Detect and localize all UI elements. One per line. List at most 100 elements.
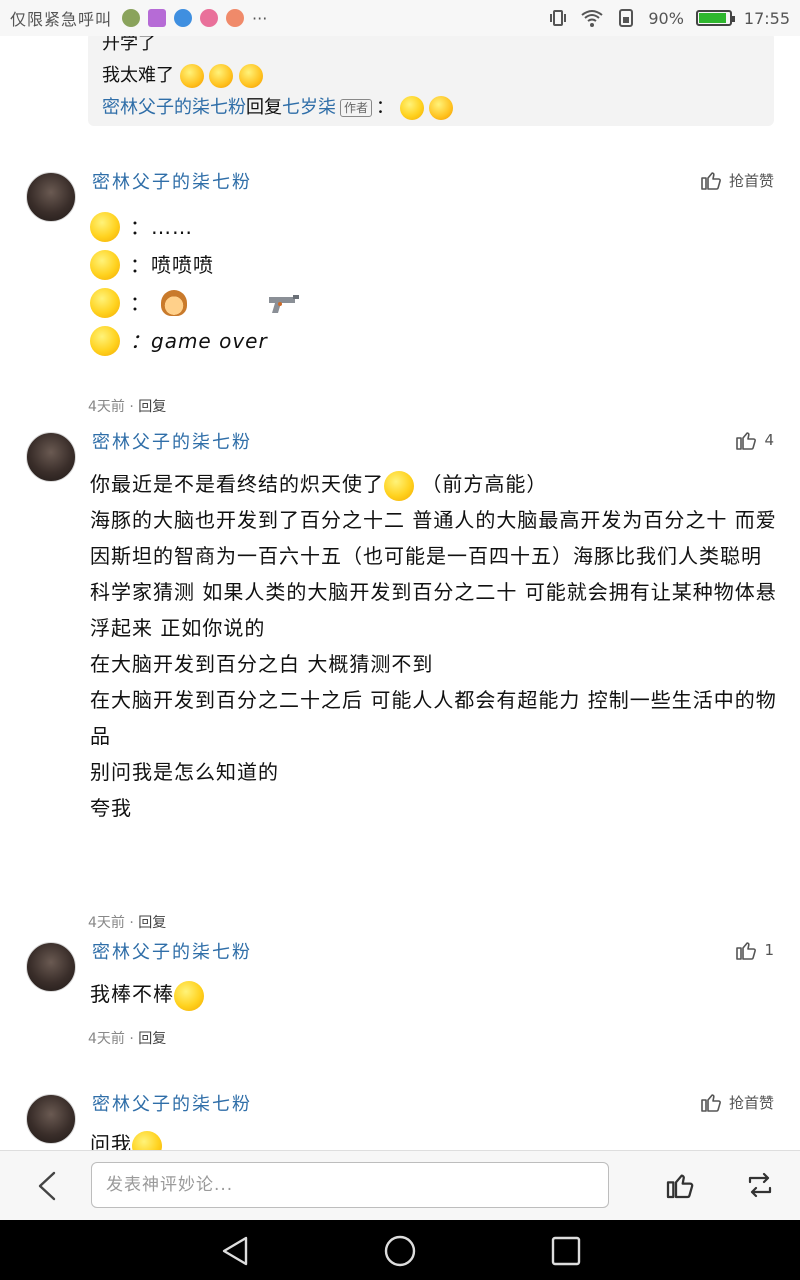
smile-emoji-icon: [90, 212, 120, 242]
comment-time: 4天前: [88, 1031, 125, 1047]
comment-text: 问我: [90, 1132, 132, 1150]
status-bar: 仅限紧急呼叫 ··· 90% 17:55: [0, 0, 800, 36]
like-button[interactable]: 抢首赞: [699, 1090, 774, 1114]
avatar[interactable]: [26, 1094, 76, 1144]
thumbs-up-icon: [701, 1094, 721, 1112]
sim-icon: [619, 9, 634, 27]
smile-emoji-icon: [90, 250, 120, 280]
quote-line: 我太难了: [102, 60, 760, 92]
crying-laughing-emoji-icon: [179, 64, 204, 88]
battery-icon: [695, 10, 735, 26]
comment-text: 我棒不棒: [90, 982, 174, 1006]
comment-line-text: ：: [130, 291, 151, 315]
comment-meta: 4天前 · 回复: [88, 912, 166, 932]
comment-input[interactable]: 发表神评妙论...: [91, 1162, 609, 1208]
battery-percent: 90%: [648, 8, 684, 28]
comment-paragraph: 问我: [90, 1126, 780, 1150]
pistol-emoji-icon: [269, 295, 299, 313]
system-nav-bar: [0, 1220, 800, 1280]
colon: ：: [376, 97, 395, 118]
like-button[interactable]: 抢首赞: [699, 168, 774, 192]
app-notification-icon: [122, 9, 141, 27]
separator: ·: [129, 1031, 134, 1047]
quote-line: 开学了: [102, 36, 156, 54]
vibrate-icon: [550, 10, 567, 26]
nav-recent-apps-icon[interactable]: [549, 1234, 583, 1268]
reply-button[interactable]: 回复: [138, 915, 166, 931]
thumbs-up-icon: [736, 432, 757, 450]
comment-line: ：game over: [90, 322, 780, 360]
comment-time: 4天前: [88, 399, 125, 415]
smile-emoji-icon: [132, 1130, 162, 1150]
app-notification-icon: [200, 9, 219, 27]
comment-line-text: ：……: [130, 215, 193, 239]
comment-line: ：……: [90, 208, 780, 246]
crying-laughing-emoji-icon: [239, 64, 264, 88]
comment-line: ：喷喷喷: [90, 246, 780, 284]
comment-text: 你最近是不是看终结的炽天使了: [90, 472, 384, 496]
app-notification-icon: [226, 9, 245, 27]
like-button[interactable]: 1: [734, 938, 774, 962]
comment-time: 4天前: [88, 915, 125, 931]
comment-list[interactable]: 开学了 我太难了 密林父子的柒七粉回复七岁柒 作者： 密林父子的柒七粉 抢首赞 ：…: [0, 36, 800, 1150]
like-count: 4: [764, 431, 774, 449]
thumbs-up-icon: [701, 172, 721, 190]
repost-icon[interactable]: [744, 1169, 776, 1201]
reply-from-name[interactable]: 密林父子的柒七粉: [102, 97, 246, 118]
notification-icons: ···: [122, 9, 267, 28]
nav-home-icon[interactable]: [383, 1234, 417, 1268]
like-count: 1: [764, 941, 774, 959]
crying-laughing-emoji-icon: [429, 96, 454, 120]
thumbs-up-icon: [736, 942, 757, 960]
reply-button[interactable]: 回复: [138, 399, 166, 415]
comment-username[interactable]: 密林父子的柒七粉: [92, 168, 252, 194]
smile-emoji-icon: [384, 470, 414, 501]
comment-paragraph: 在大脑开发到百分之二十之后 可能人人都会有超能力 控制一些生活中的物品: [90, 688, 777, 748]
more-notifications: ···: [252, 8, 268, 28]
comment-input-bar: 发表神评妙论...: [0, 1150, 800, 1220]
person-emoji-icon: [161, 290, 187, 316]
quote-text: 我太难了: [102, 65, 174, 86]
reply-button[interactable]: 回复: [138, 1031, 166, 1047]
author-tag: 作者: [340, 99, 373, 117]
comment-meta: 4天前 · 回复: [88, 396, 166, 416]
smile-emoji-icon: [174, 980, 204, 1011]
app-notification-icon: [174, 9, 193, 27]
gallery-notification-icon: [148, 9, 167, 27]
separator: ·: [129, 915, 134, 931]
reply-quote-box: 开学了 我太难了 密林父子的柒七粉回复七岁柒 作者：: [88, 36, 774, 126]
comment-line-text: ：game over: [130, 329, 268, 353]
comment-paragraph: 我棒不棒: [90, 976, 780, 1012]
avatar[interactable]: [26, 172, 76, 222]
comment-paragraph: 海豚的大脑也开发到了百分之十二 普通人的大脑最高开发为百分之十 而爱因斯坦的智商…: [90, 508, 777, 640]
carrier-text: 仅限紧急呼叫: [10, 10, 113, 29]
reply-word: 回复: [246, 97, 282, 118]
avatar[interactable]: [26, 432, 76, 482]
comment-paragraph: 在大脑开发到百分之白 大概猜测不到: [90, 652, 434, 676]
clock: 17:55: [743, 8, 790, 28]
like-label: 抢首赞: [728, 1093, 774, 1112]
back-arrow-icon[interactable]: [34, 1171, 60, 1201]
like-label: 抢首赞: [728, 171, 774, 190]
comment-meta: 4天前 · 回复: [88, 1028, 166, 1048]
comment-username[interactable]: 密林父子的柒七粉: [92, 938, 252, 964]
thumbs-up-icon[interactable]: [664, 1169, 696, 1201]
reply-to-name[interactable]: 七岁柒: [282, 97, 336, 118]
comment-body: 你最近是不是看终结的炽天使了 （前方高能） 海豚的大脑也开发到了百分之十二 普通…: [90, 466, 780, 826]
comment-paragraph: 夸我: [90, 796, 132, 820]
crying-laughing-emoji-icon: [209, 64, 234, 88]
comment-paragraph: 别问我是怎么知道的: [90, 760, 279, 784]
separator: ·: [129, 399, 134, 415]
like-button[interactable]: 4: [734, 428, 774, 452]
comment-line-text: ：喷喷喷: [130, 253, 214, 277]
smile-emoji-icon: [90, 326, 120, 356]
smile-emoji-icon: [399, 96, 424, 120]
wifi-icon: [581, 10, 603, 27]
comment-username[interactable]: 密林父子的柒七粉: [92, 1090, 252, 1116]
comment-username[interactable]: 密林父子的柒七粉: [92, 428, 252, 454]
comment-body: 问我: [90, 1126, 780, 1150]
nav-back-icon[interactable]: [218, 1234, 252, 1268]
comment-text: （前方高能）: [421, 472, 548, 496]
quote-reply-line: 密林父子的柒七粉回复七岁柒 作者：: [102, 92, 760, 124]
avatar[interactable]: [26, 942, 76, 992]
